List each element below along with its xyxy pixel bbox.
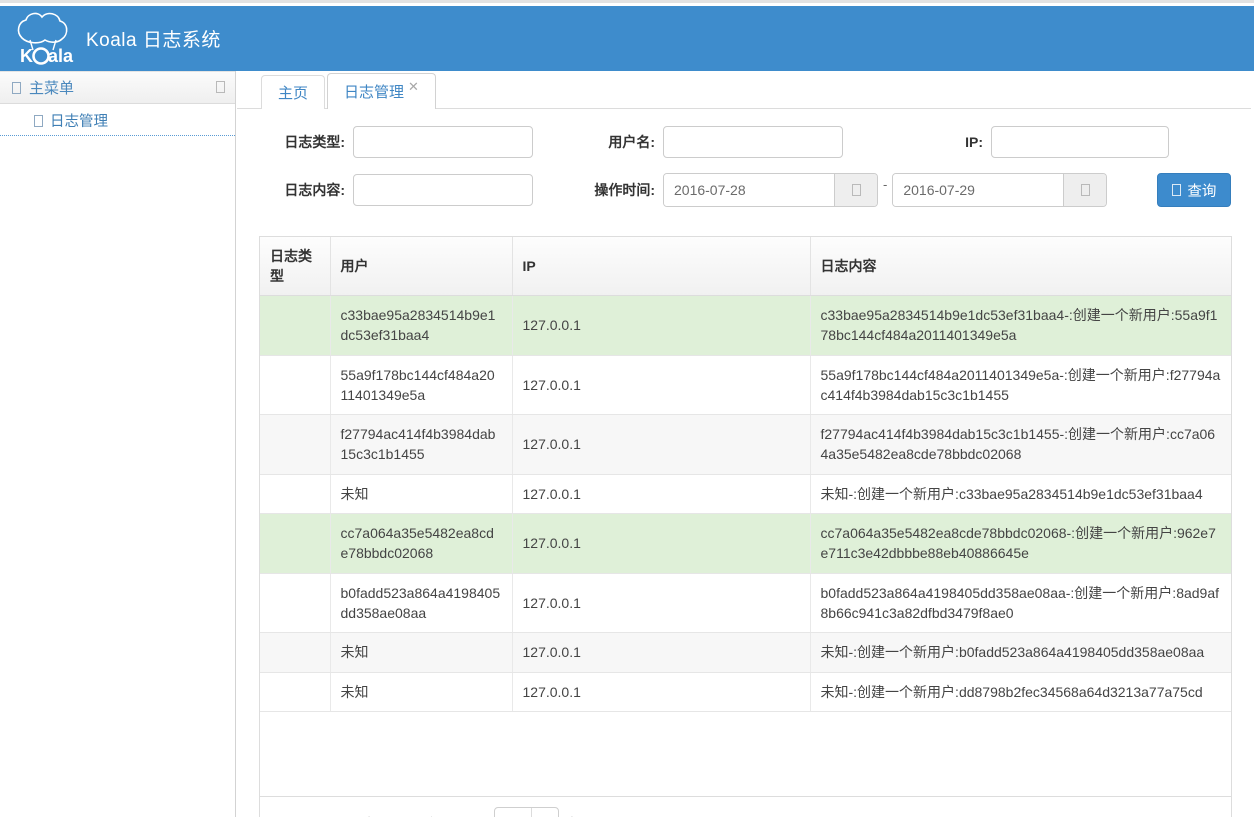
sidebar-menu-header-label: 主菜单 xyxy=(29,77,74,98)
query-button[interactable]: 查询 xyxy=(1157,173,1231,207)
search-panel: 日志类型: 用户名: IP: 日志内容: 操作时间: xyxy=(237,109,1254,229)
app-title: Koala 日志系统 xyxy=(86,25,221,52)
cell-user: 未知 xyxy=(330,672,512,711)
cell-log-type xyxy=(260,514,330,574)
cell-ip: 127.0.0.1 xyxy=(512,415,810,475)
cell-ip: 127.0.0.1 xyxy=(512,633,810,672)
cell-user: c33bae95a2834514b9e1dc53ef31baa4 xyxy=(330,296,512,356)
cell-log-content: 未知-:创建一个新用户:b0fadd523a864a4198405dd358ae… xyxy=(810,633,1231,672)
column-header-user[interactable]: 用户 xyxy=(330,237,512,296)
search-icon xyxy=(1172,184,1181,196)
document-icon xyxy=(34,115,43,127)
table-row[interactable]: 未知127.0.0.1未知-:创建一个新用户:b0fadd523a864a419… xyxy=(260,633,1231,672)
sidebar-menu-header[interactable]: 主菜单 xyxy=(0,71,235,104)
tab-home-label: 主页 xyxy=(278,82,308,103)
search-row-1: 日志类型: 用户名: IP: xyxy=(259,125,1232,159)
date-range-group: - xyxy=(663,173,1107,207)
cell-ip: 127.0.0.1 xyxy=(512,672,810,711)
table-body: c33bae95a2834514b9e1dc53ef31baa4127.0.0.… xyxy=(260,296,1231,712)
table-header-row: 日志类型 用户 IP 日志内容 xyxy=(260,237,1231,296)
column-header-log-type[interactable]: 日志类型 xyxy=(260,237,330,296)
table-row[interactable]: cc7a064a35e5482ea8cde78bbdc02068127.0.0.… xyxy=(260,514,1231,574)
cell-user: f27794ac414f4b3984dab15c3c1b1455 xyxy=(330,415,512,475)
cell-ip: 127.0.0.1 xyxy=(512,355,810,415)
sidebar-menu-body: 日志管理 xyxy=(0,104,235,136)
table-row[interactable]: b0fadd523a864a4198405dd358ae08aa127.0.0.… xyxy=(260,573,1231,633)
cell-log-type xyxy=(260,296,330,356)
tab-log-management[interactable]: 日志管理 ✕ xyxy=(327,73,436,109)
log-table-container: 日志类型 用户 IP 日志内容 c33bae95a2834514b9e1dc53… xyxy=(259,236,1232,712)
cell-user: 未知 xyxy=(330,633,512,672)
date-start-control[interactable] xyxy=(663,173,878,207)
cell-ip: 127.0.0.1 xyxy=(512,474,810,513)
cell-ip: 127.0.0.1 xyxy=(512,296,810,356)
user-name-label: 用户名: xyxy=(563,132,655,152)
date-range-separator: - xyxy=(883,177,887,192)
table-row[interactable]: 未知127.0.0.1未知-:创建一个新用户:dd8798b2fec34568a… xyxy=(260,672,1231,711)
log-table: 日志类型 用户 IP 日志内容 c33bae95a2834514b9e1dc53… xyxy=(260,237,1231,712)
close-icon[interactable]: ✕ xyxy=(408,80,419,93)
table-row[interactable]: 未知127.0.0.1未知-:创建一个新用户:c33bae95a2834514b… xyxy=(260,474,1231,513)
column-header-ip[interactable]: IP xyxy=(512,237,810,296)
column-header-log-content[interactable]: 日志内容 xyxy=(810,237,1231,296)
chevron-toggle-icon[interactable] xyxy=(216,81,225,93)
table-row[interactable]: c33bae95a2834514b9e1dc53ef31baa4127.0.0.… xyxy=(260,296,1231,356)
per-page-value: 10 xyxy=(495,808,531,817)
tab-bar: 主页 日志管理 ✕ xyxy=(237,71,1254,109)
date-end-control[interactable] xyxy=(892,173,1107,207)
calendar-icon-start[interactable] xyxy=(834,174,877,206)
cell-user: 未知 xyxy=(330,474,512,513)
table-row[interactable]: f27794ac414f4b3984dab15c3c1b1455127.0.0.… xyxy=(260,415,1231,475)
menu-bars-icon xyxy=(12,82,21,94)
cell-log-type xyxy=(260,672,330,711)
svg-text:ala: ala xyxy=(48,46,74,66)
tab-home[interactable]: 主页 xyxy=(261,75,325,109)
app-window: K ala Koala 日志系统 主菜单 日志管理 xyxy=(0,0,1254,817)
ip-input[interactable] xyxy=(991,126,1169,158)
cell-user: b0fadd523a864a4198405dd358ae08aa xyxy=(330,573,512,633)
svg-text:K: K xyxy=(20,46,33,66)
cell-log-content: 未知-:创建一个新用户:c33bae95a2834514b9e1dc53ef31… xyxy=(810,474,1231,513)
app-header: K ala Koala 日志系统 xyxy=(0,6,1254,71)
sidebar-item-label: 日志管理 xyxy=(50,110,108,131)
operate-time-label: 操作时间: xyxy=(563,180,655,200)
sidebar: 主菜单 日志管理 xyxy=(0,71,236,817)
cell-log-content: c33bae95a2834514b9e1dc53ef31baa4-:创建一个新用… xyxy=(810,296,1231,356)
cell-log-type xyxy=(260,355,330,415)
table-pagination-footer: 显示:1-10, 共8条记录。 每页显示: 10 条 xyxy=(259,797,1232,817)
cell-ip: 127.0.0.1 xyxy=(512,573,810,633)
content-area: 主页 日志管理 ✕ 日志类型: 用户名: IP: 日志内容: xyxy=(237,71,1254,817)
per-page-select[interactable]: 10 xyxy=(494,807,559,817)
ip-label: IP: xyxy=(895,134,983,150)
sidebar-item-log-management[interactable]: 日志管理 xyxy=(0,106,235,135)
cell-log-type xyxy=(260,474,330,513)
date-start-input[interactable] xyxy=(664,174,834,206)
cell-log-content: b0fadd523a864a4198405dd358ae08aa-:创建一个新用… xyxy=(810,573,1231,633)
cell-log-content: 未知-:创建一个新用户:dd8798b2fec34568a64d3213a77a… xyxy=(810,672,1231,711)
koala-cloud-logo-icon: K ala xyxy=(14,10,76,68)
cell-user: 55a9f178bc144cf484a2011401349e5a xyxy=(330,355,512,415)
log-type-input[interactable] xyxy=(353,126,533,158)
cell-ip: 127.0.0.1 xyxy=(512,514,810,574)
cell-user: cc7a064a35e5482ea8cde78bbdc02068 xyxy=(330,514,512,574)
cell-log-content: 55a9f178bc144cf484a2011401349e5a-:创建一个新用… xyxy=(810,355,1231,415)
calendar-icon-end[interactable] xyxy=(1063,174,1106,206)
cell-log-content: f27794ac414f4b3984dab15c3c1b1455-:创建一个新用… xyxy=(810,415,1231,475)
chevron-down-icon[interactable] xyxy=(531,808,558,817)
log-content-input[interactable] xyxy=(353,174,533,206)
date-end-input[interactable] xyxy=(893,174,1063,206)
cell-log-content: cc7a064a35e5482ea8cde78bbdc02068-:创建一个新用… xyxy=(810,514,1231,574)
user-name-input[interactable] xyxy=(663,126,843,158)
log-type-label: 日志类型: xyxy=(259,132,345,152)
cell-log-type xyxy=(260,633,330,672)
cell-log-type xyxy=(260,573,330,633)
tab-log-management-label: 日志管理 xyxy=(344,81,404,102)
table-row[interactable]: 55a9f178bc144cf484a2011401349e5a127.0.0.… xyxy=(260,355,1231,415)
query-button-label: 查询 xyxy=(1187,180,1216,201)
log-content-label: 日志内容: xyxy=(259,180,345,200)
search-row-2: 日志内容: 操作时间: - xyxy=(259,173,1232,207)
cell-log-type xyxy=(260,415,330,475)
table-empty-space xyxy=(259,712,1232,797)
